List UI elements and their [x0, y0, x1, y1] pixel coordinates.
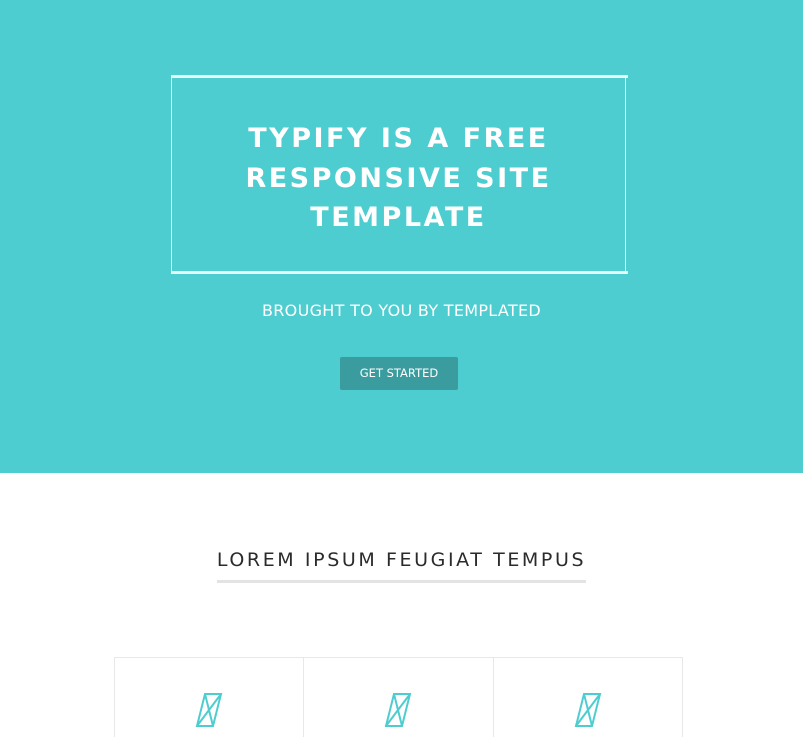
get-started-button[interactable]: GET STARTED [340, 357, 458, 390]
banner-title: TYPIFY IS A FREE RESPONSIVE SITE TEMPLAT… [245, 123, 552, 233]
banner-title-frame: TYPIFY IS A FREE RESPONSIVE SITE TEMPLAT… [171, 75, 628, 274]
feature-box-3 [492, 658, 682, 737]
diamond-icon [574, 693, 602, 727]
banner: TYPIFY IS A FREE RESPONSIVE SITE TEMPLAT… [0, 0, 803, 473]
section-title: LOREM IPSUM FEUGIAT TEMPUS [216, 549, 587, 583]
diamond-icon [385, 693, 412, 727]
features-grid [114, 657, 683, 737]
section-header: LOREM IPSUM FEUGIAT TEMPUS [0, 549, 803, 583]
diamond-icon [195, 693, 223, 727]
feature-box-1 [115, 658, 303, 737]
feature-box-2 [303, 658, 492, 737]
banner-subtitle: BROUGHT TO YOU BY TEMPLATED [261, 301, 541, 320]
